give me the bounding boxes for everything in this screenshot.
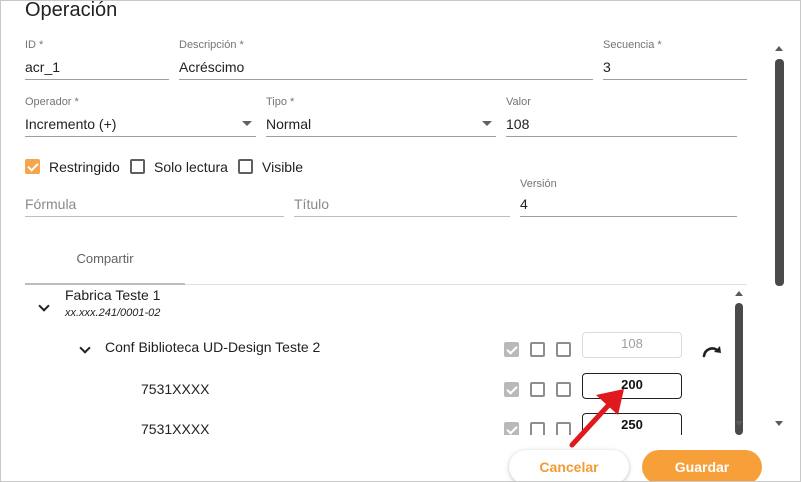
solo-lectura-checkbox[interactable] <box>130 159 145 174</box>
id-underline <box>25 79 169 80</box>
version-value: 4 <box>520 196 528 212</box>
id-label: ID * <box>25 39 44 51</box>
dialog-scroll-down-arrow[interactable] <box>775 421 783 426</box>
titulo-placeholder: Título <box>294 196 330 212</box>
restringido-label: Restringido <box>49 159 120 175</box>
id-value: acr_1 <box>25 59 61 75</box>
formula-underline <box>25 216 284 217</box>
chevron-down-icon[interactable] <box>242 121 252 126</box>
restringido-checkbox[interactable] <box>25 159 40 174</box>
valor-label: Valor <box>506 96 531 108</box>
visible-label: Visible <box>262 159 303 175</box>
tipo-value: Normal <box>266 116 312 132</box>
dialog-title: Operación <box>25 0 118 21</box>
tipo-select[interactable]: Tipo * Normal <box>266 96 496 138</box>
config-checkbox-1[interactable] <box>504 342 519 357</box>
chevron-down-icon[interactable] <box>482 121 492 126</box>
tab-compartir[interactable]: Compartir <box>25 241 185 285</box>
tree-scroll-up-arrow[interactable] <box>735 291 743 296</box>
dialog-scrollbar-thumb[interactable] <box>775 59 784 286</box>
version-label: Versión <box>520 178 557 190</box>
company-subtitle: xx.xxx.241/0001-02 <box>65 307 161 319</box>
version-field[interactable]: Versión 4 <box>520 176 737 218</box>
config-checkbox-2[interactable] <box>530 342 545 357</box>
valor-value: 108 <box>506 116 530 132</box>
tree-scrollbar-thumb[interactable] <box>735 303 743 435</box>
descripcion-field[interactable]: Descripción * Acréscimo <box>179 39 593 81</box>
secuencia-underline <box>603 79 747 80</box>
item-checkbox-2[interactable] <box>530 382 545 397</box>
titulo-field[interactable]: Título <box>294 176 510 218</box>
tipo-underline <box>266 136 496 137</box>
chevron-down-icon[interactable] <box>79 342 91 354</box>
redo-icon[interactable] <box>701 343 723 359</box>
config-checkbox-3[interactable] <box>556 342 571 357</box>
formula-placeholder: Fórmula <box>25 196 77 212</box>
tipo-label: Tipo * <box>266 96 295 108</box>
operador-underline <box>25 136 256 137</box>
secuencia-field[interactable]: Secuencia * 3 <box>603 39 747 81</box>
titulo-underline <box>294 216 510 217</box>
operador-value: Incremento (+) <box>25 116 117 132</box>
annotation-arrow-icon <box>569 389 624 448</box>
valor-field[interactable]: Valor 108 <box>506 96 737 138</box>
solo-lectura-label: Solo lectura <box>154 159 228 175</box>
version-underline <box>520 216 737 217</box>
secuencia-label: Secuencia * <box>603 39 662 51</box>
config-name: Conf Biblioteca UD-Design Teste 2 <box>105 339 321 355</box>
descripcion-underline <box>179 79 593 80</box>
operation-dialog: Operación ID * acr_1 Descripción * Acrés… <box>0 0 801 482</box>
operador-select[interactable]: Operador * Incremento (+) <box>25 96 256 138</box>
descripcion-label: Descripción * <box>179 39 244 51</box>
save-button[interactable]: Guardar <box>642 450 762 481</box>
list-clip-mask <box>25 435 747 481</box>
valor-underline <box>506 136 737 137</box>
descripcion-value: Acréscimo <box>179 59 245 75</box>
formula-field[interactable]: Fórmula <box>25 176 284 218</box>
item-checkbox-1[interactable] <box>504 382 519 397</box>
config-value-input[interactable]: 108 <box>582 332 682 358</box>
secuencia-value: 3 <box>603 59 611 75</box>
dialog-scroll-up-arrow[interactable] <box>775 46 783 51</box>
cancel-button[interactable]: Cancelar <box>509 450 629 481</box>
operador-label: Operador * <box>25 96 79 108</box>
visible-checkbox[interactable] <box>238 159 253 174</box>
item-code: 7531XXXX <box>141 381 210 397</box>
tree-scroll-down-arrow[interactable] <box>735 421 743 426</box>
company-name: Fabrica Teste 1 <box>65 287 161 303</box>
id-field[interactable]: ID * acr_1 <box>25 39 169 81</box>
chevron-down-icon[interactable] <box>38 300 50 312</box>
